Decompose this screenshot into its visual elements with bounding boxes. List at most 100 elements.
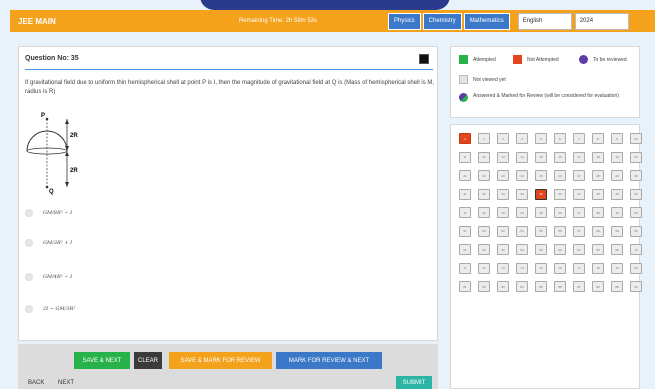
language-select[interactable]: English (517, 12, 572, 30)
palette-question-2[interactable]: 2 (478, 133, 490, 144)
palette-question-19[interactable]: 19 (611, 151, 623, 163)
palette-question-34[interactable]: 34 (516, 188, 528, 200)
palette-question-77[interactable]: 77 (573, 262, 585, 274)
palette-question-84[interactable]: 84 (516, 281, 528, 292)
palette-question-65[interactable]: 65 (535, 244, 547, 255)
palette-question-48[interactable]: 48 (592, 207, 604, 218)
palette-question-29[interactable]: 29 (611, 170, 623, 181)
palette-question-69[interactable]: 69 (611, 244, 623, 255)
option-3[interactable]: GM/4R² − I (25, 273, 72, 281)
back-button[interactable]: BACK (28, 380, 44, 386)
palette-question-31[interactable]: 31 (459, 188, 471, 200)
clear-button[interactable]: CLEAR (134, 352, 162, 369)
palette-question-54[interactable]: 54 (516, 225, 528, 237)
palette-question-82[interactable]: 82 (478, 281, 490, 292)
palette-question-22[interactable]: 22 (478, 170, 490, 181)
palette-question-63[interactable]: 63 (497, 244, 509, 255)
palette-question-16[interactable]: 16 (554, 151, 566, 163)
palette-question-70[interactable]: 70 (630, 244, 642, 255)
palette-question-49[interactable]: 49 (611, 207, 623, 218)
palette-question-32[interactable]: 32 (478, 188, 490, 200)
palette-question-9[interactable]: 9 (611, 133, 623, 144)
palette-question-79[interactable]: 79 (611, 262, 623, 274)
option-1-radio[interactable] (25, 209, 33, 217)
option-2-radio[interactable] (25, 239, 33, 247)
palette-question-58[interactable]: 58 (592, 225, 604, 237)
palette-question-55[interactable]: 55 (535, 225, 547, 237)
palette-question-44[interactable]: 44 (516, 207, 528, 218)
palette-question-60[interactable]: 60 (630, 225, 642, 237)
palette-question-83[interactable]: 83 (497, 281, 509, 292)
palette-question-1[interactable]: 1 (459, 133, 471, 144)
palette-question-46[interactable]: 46 (554, 207, 566, 218)
palette-question-36[interactable]: 36 (554, 188, 566, 200)
palette-question-52[interactable]: 52 (478, 225, 490, 237)
palette-question-81[interactable]: 81 (459, 281, 471, 292)
palette-question-62[interactable]: 62 (478, 244, 490, 255)
palette-question-74[interactable]: 74 (516, 262, 528, 274)
palette-question-28[interactable]: 28 (592, 170, 604, 181)
palette-question-35[interactable]: 35 (535, 188, 547, 200)
expand-icon[interactable] (419, 54, 429, 64)
tab-mathematics[interactable]: Mathematics (463, 12, 510, 30)
palette-question-64[interactable]: 64 (516, 244, 528, 255)
option-1[interactable]: GM/8R² − I (25, 209, 72, 217)
palette-question-56[interactable]: 56 (554, 225, 566, 237)
palette-question-20[interactable]: 20 (630, 151, 642, 163)
palette-question-24[interactable]: 24 (516, 170, 528, 181)
palette-question-68[interactable]: 68 (592, 244, 604, 255)
palette-question-85[interactable]: 85 (535, 281, 547, 292)
next-button[interactable]: NEXT (58, 380, 74, 386)
palette-question-53[interactable]: 53 (497, 225, 509, 237)
submit-button[interactable]: SUBMIT (396, 376, 432, 389)
palette-question-75[interactable]: 75 (535, 262, 547, 274)
palette-question-67[interactable]: 67 (573, 244, 585, 255)
palette-question-13[interactable]: 13 (497, 151, 509, 163)
option-4[interactable]: 2I − GM/3R² (25, 305, 75, 313)
palette-question-11[interactable]: 11 (459, 151, 471, 163)
palette-question-38[interactable]: 38 (592, 188, 604, 200)
palette-question-37[interactable]: 37 (573, 188, 585, 200)
option-3-radio[interactable] (25, 273, 33, 281)
palette-question-7[interactable]: 7 (573, 133, 585, 144)
palette-question-51[interactable]: 51 (459, 225, 471, 237)
mark-review-next-button[interactable]: MARK FOR REVIEW & NEXT (276, 352, 382, 369)
palette-question-26[interactable]: 26 (554, 170, 566, 181)
palette-question-12[interactable]: 12 (478, 151, 490, 163)
palette-question-41[interactable]: 41 (459, 207, 471, 218)
palette-question-14[interactable]: 14 (516, 151, 528, 163)
palette-question-39[interactable]: 39 (611, 188, 623, 200)
palette-question-17[interactable]: 17 (573, 151, 585, 163)
palette-question-18[interactable]: 18 (592, 151, 604, 163)
palette-question-10[interactable]: 10 (630, 133, 642, 144)
palette-question-78[interactable]: 78 (592, 262, 604, 274)
save-next-button[interactable]: SAVE & NEXT (74, 352, 130, 369)
palette-question-66[interactable]: 66 (554, 244, 566, 255)
tab-physics[interactable]: Physics (388, 12, 421, 30)
palette-question-50[interactable]: 50 (630, 207, 642, 218)
palette-question-86[interactable]: 86 (554, 281, 566, 292)
palette-question-76[interactable]: 76 (554, 262, 566, 274)
palette-question-30[interactable]: 30 (630, 170, 642, 181)
palette-question-47[interactable]: 47 (573, 207, 585, 218)
palette-question-87[interactable]: 87 (573, 281, 585, 292)
palette-question-4[interactable]: 4 (516, 133, 528, 144)
palette-question-5[interactable]: 5 (535, 133, 547, 144)
palette-question-71[interactable]: 71 (459, 262, 471, 274)
palette-question-61[interactable]: 61 (459, 244, 471, 255)
palette-question-15[interactable]: 15 (535, 151, 547, 163)
option-4-radio[interactable] (25, 305, 33, 313)
palette-question-45[interactable]: 45 (535, 207, 547, 218)
palette-question-72[interactable]: 72 (478, 262, 490, 274)
tab-chemistry[interactable]: Chemistry (422, 12, 462, 30)
palette-question-40[interactable]: 40 (630, 188, 642, 200)
palette-question-89[interactable]: 89 (611, 281, 623, 292)
save-mark-review-button[interactable]: SAVE & MARK FOR REVIEW (169, 352, 272, 369)
palette-question-25[interactable]: 25 (535, 170, 547, 181)
palette-question-88[interactable]: 88 (592, 281, 604, 292)
palette-question-57[interactable]: 57 (573, 225, 585, 237)
option-2[interactable]: GM/3R² + I (25, 239, 72, 247)
palette-question-90[interactable]: 90 (630, 281, 642, 292)
palette-question-3[interactable]: 3 (497, 133, 509, 144)
palette-question-42[interactable]: 42 (478, 207, 490, 218)
